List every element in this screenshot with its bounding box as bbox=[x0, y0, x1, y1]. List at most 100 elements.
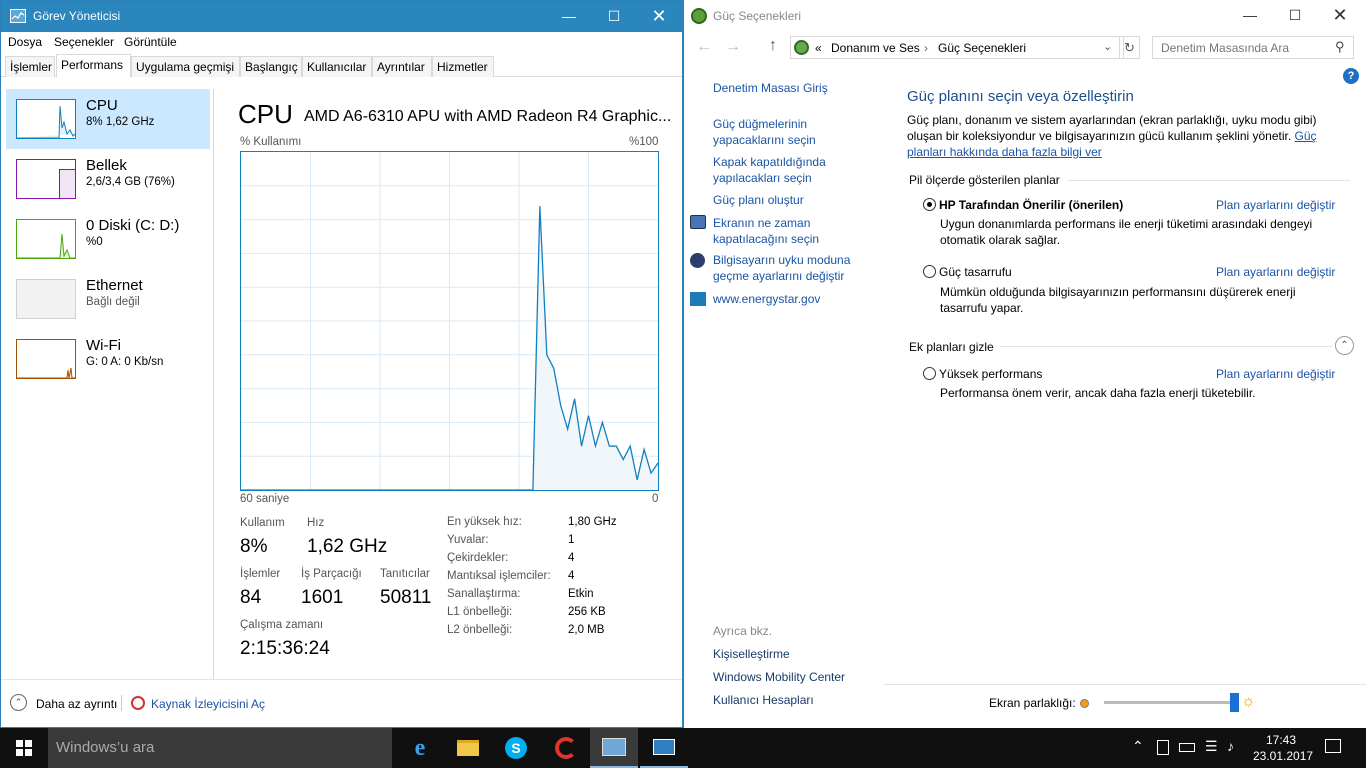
plan-radio-power-saver[interactable] bbox=[923, 265, 936, 278]
volume-icon[interactable]: ♪ bbox=[1227, 738, 1234, 754]
tab-services[interactable]: Hizmetler bbox=[432, 56, 494, 77]
tab-details[interactable]: Ayrıntılar bbox=[372, 56, 432, 77]
edge-icon[interactable]: e bbox=[396, 728, 444, 768]
section-hide-extra-plans[interactable]: Ek planları gizle bbox=[909, 339, 994, 355]
breadcrumb-overflow[interactable]: « bbox=[815, 40, 822, 56]
tab-users[interactable]: Kullanıcılar bbox=[302, 56, 372, 77]
sidebar-link-display-off[interactable]: Ekranın ne zaman kapatılacağını seçin bbox=[713, 215, 863, 247]
breadcrumb-hardware-sound[interactable]: Donanım ve Ses bbox=[831, 40, 920, 56]
close-icon[interactable]: ✕ bbox=[636, 1, 682, 32]
sidebar-link-home[interactable]: Denetim Masası Giriş bbox=[713, 80, 873, 96]
taskbar-search-box[interactable]: Windows’u ara bbox=[48, 728, 392, 768]
help-icon[interactable]: ? bbox=[1343, 68, 1359, 84]
sidebar-link-power-buttons[interactable]: Güç düğmelerinin yapacaklarını seçin bbox=[713, 116, 863, 148]
detail-label: Çekirdekler: bbox=[447, 552, 509, 564]
window-gap bbox=[683, 0, 684, 728]
skype-icon[interactable]: S bbox=[492, 728, 540, 768]
resource-monitor-link[interactable]: Kaynak İzleyicisini Aç bbox=[151, 696, 265, 712]
see-also-user-accounts[interactable]: Kullanıcı Hesapları bbox=[713, 692, 814, 708]
plan-radio-recommended[interactable] bbox=[923, 198, 936, 211]
sidebar-item-wifi[interactable]: Wi-Fi G: 0 A: 0 Kb/sn bbox=[6, 329, 210, 389]
change-plan-settings-link[interactable]: Plan ayarlarını değiştir bbox=[1216, 264, 1335, 280]
minimize-icon[interactable]: — bbox=[546, 1, 592, 32]
up-icon[interactable]: ↑ bbox=[769, 37, 777, 55]
sidebar-label: Bellek bbox=[86, 157, 127, 174]
menu-view[interactable]: Görüntüle bbox=[124, 35, 177, 49]
chevron-down-icon[interactable]: ⌄ bbox=[1103, 40, 1112, 53]
graph-y-max: %100 bbox=[629, 136, 659, 148]
tab-startup[interactable]: Başlangıç bbox=[240, 56, 302, 77]
search-icon[interactable]: ⚲ bbox=[1335, 39, 1345, 55]
minimize-icon[interactable]: — bbox=[1227, 0, 1273, 31]
control-panel-icon bbox=[794, 40, 809, 55]
power-options-titlebar[interactable]: Güç Seçenekleri — ☐ ✕ bbox=[684, 0, 1366, 31]
breadcrumb-power-options[interactable]: Güç Seçenekleri bbox=[938, 40, 1026, 56]
menu-file[interactable]: Dosya bbox=[8, 35, 42, 49]
sidebar-item-ethernet[interactable]: Ethernet Bağlı değil bbox=[6, 269, 210, 329]
menu-options[interactable]: Seçenekler bbox=[54, 35, 114, 49]
brightness-high-icon: ☼ bbox=[1241, 693, 1256, 710]
uptime-label: Çalışma zamanı bbox=[240, 619, 324, 631]
maximize-icon[interactable]: ☐ bbox=[1272, 0, 1318, 31]
plan-description: Performansa önem verir, ancak daha fazla… bbox=[940, 386, 1256, 400]
display-off-icon bbox=[690, 215, 706, 229]
task-manager-titlebar[interactable]: Görev Yöneticisi — ☐ ✕ bbox=[1, 1, 682, 32]
change-plan-settings-link[interactable]: Plan ayarlarını değiştir bbox=[1216, 366, 1335, 382]
show-hidden-icons-icon[interactable]: ⌃ bbox=[1132, 738, 1144, 755]
task-manager-taskbar-icon[interactable] bbox=[590, 728, 638, 768]
plan-description: Uygun donanımlarda performans ile enerji… bbox=[940, 217, 1313, 247]
window-title: Görev Yöneticisi bbox=[33, 9, 121, 23]
close-icon[interactable]: ✕ bbox=[1317, 0, 1363, 31]
change-plan-settings-link[interactable]: Plan ayarlarını değiştir bbox=[1216, 197, 1335, 213]
processes-label: İşlemler bbox=[240, 568, 281, 580]
detail-label: L1 önbelleği: bbox=[447, 606, 513, 618]
ccleaner-icon[interactable] bbox=[542, 728, 590, 768]
address-bar[interactable]: « Donanım ve Ses › Güç Seçenekleri ⌄ bbox=[790, 36, 1124, 59]
usage-label: Kullanım bbox=[240, 517, 285, 529]
sidebar-item-disk[interactable]: 0 Diski (C: D:) %0 bbox=[6, 209, 210, 269]
energystar-icon bbox=[690, 292, 706, 306]
sidebar-item-cpu[interactable]: CPU 8% 1,62 GHz bbox=[6, 89, 210, 149]
sidebar-link-sleep[interactable]: Bilgisayarın uyku moduna geçme ayarların… bbox=[713, 252, 863, 284]
chevron-up-icon[interactable]: ⌃ bbox=[10, 694, 27, 711]
sidebar-label: CPU bbox=[86, 97, 118, 114]
plan-radio-high-performance[interactable] bbox=[923, 367, 936, 380]
battery-icon[interactable] bbox=[1179, 743, 1195, 752]
sidebar-item-memory[interactable]: Bellek 2,6/3,4 GB (76%) bbox=[6, 149, 210, 209]
tab-app-history[interactable]: Uygulama geçmişi bbox=[131, 56, 240, 77]
less-details-button[interactable]: Daha az ayrıntı bbox=[36, 697, 117, 711]
task-manager-app-icon bbox=[10, 9, 26, 23]
detail-value: 2,0 MB bbox=[568, 624, 605, 636]
back-icon[interactable]: ← bbox=[696, 38, 712, 56]
clock-date[interactable]: 23.01.2017 bbox=[1253, 749, 1313, 763]
tablet-icon[interactable] bbox=[1157, 740, 1169, 755]
plan-name: HP Tarafından Önerilir (önerilen) bbox=[939, 198, 1124, 212]
search-input[interactable]: Denetim Masasında Ara ⚲ bbox=[1152, 36, 1354, 59]
menu-bar: Dosya Seçenekler Görüntüle bbox=[1, 32, 682, 53]
plan-name: Güç tasarrufu bbox=[939, 265, 1012, 279]
tab-processes[interactable]: İşlemler bbox=[5, 56, 55, 77]
file-explorer-icon[interactable] bbox=[444, 728, 492, 768]
see-also-personalization[interactable]: Kişiselleştirme bbox=[713, 646, 790, 662]
handles-label: Tanıtıcılar bbox=[380, 568, 430, 580]
power-options-app-icon bbox=[691, 8, 707, 24]
start-button[interactable] bbox=[0, 728, 48, 768]
sidebar-link-create-plan[interactable]: Güç planı oluştur bbox=[713, 192, 873, 208]
forward-icon[interactable]: → bbox=[725, 38, 741, 56]
refresh-icon[interactable]: ↻ bbox=[1119, 36, 1140, 59]
section-divider bbox=[1068, 180, 1350, 181]
clock-time[interactable]: 17:43 bbox=[1266, 733, 1296, 747]
graph-x-left: 60 saniye bbox=[240, 493, 290, 505]
wifi-icon[interactable]: ☰ bbox=[1205, 738, 1218, 755]
action-center-icon[interactable] bbox=[1325, 739, 1341, 753]
brightness-slider[interactable] bbox=[1104, 693, 1240, 712]
tab-performance[interactable]: Performans bbox=[56, 54, 131, 78]
see-also-mobility-center[interactable]: Windows Mobility Center bbox=[713, 669, 845, 685]
maximize-icon[interactable]: ☐ bbox=[591, 1, 637, 32]
brightness-slider-thumb[interactable] bbox=[1230, 693, 1240, 712]
control-panel-taskbar-icon[interactable] bbox=[640, 728, 688, 768]
collapse-icon[interactable]: ⌃ bbox=[1335, 336, 1354, 355]
handles-value: 50811 bbox=[380, 587, 432, 608]
sidebar-link-energystar[interactable]: www.energystar.gov bbox=[713, 291, 873, 307]
sidebar-link-lid-close[interactable]: Kapak kapatıldığında yapılacakları seçin bbox=[713, 154, 863, 186]
